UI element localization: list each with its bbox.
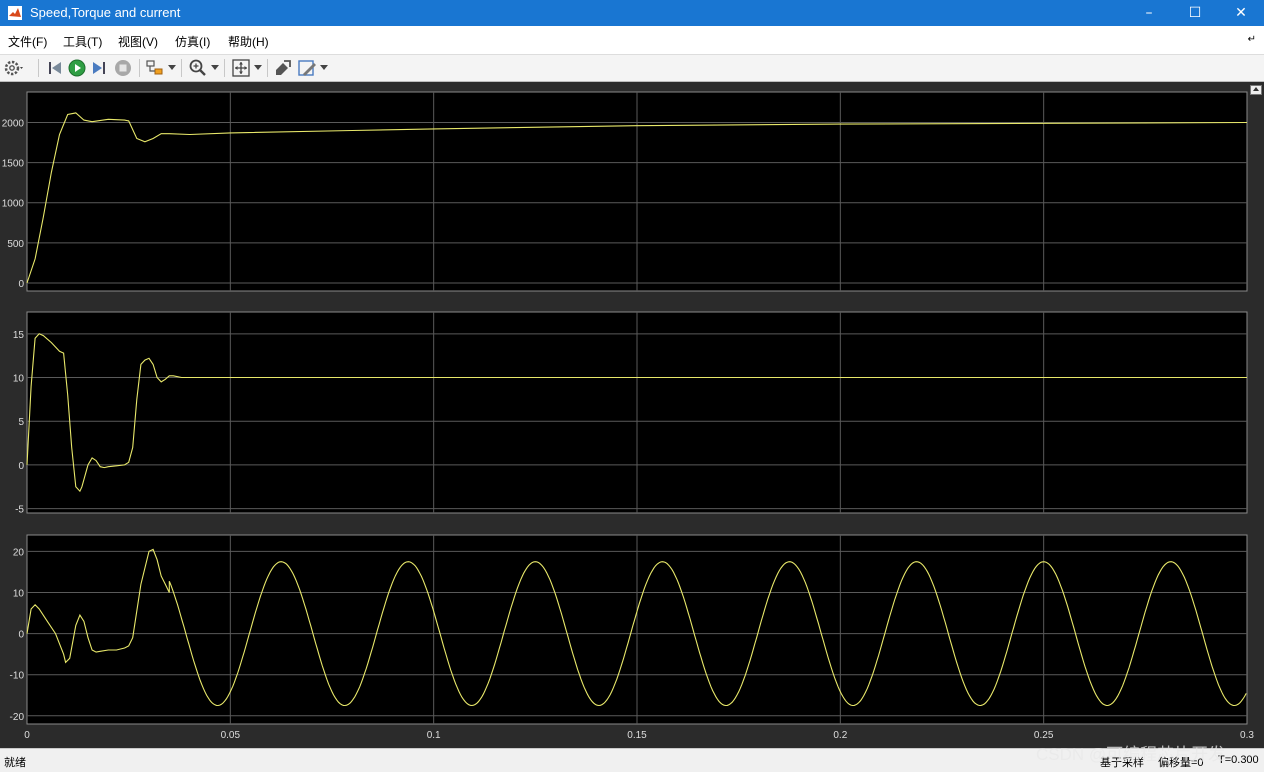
window-title: Speed,Torque and current [30,5,181,20]
fit-to-view-icon[interactable] [231,58,251,78]
y-tick-label: 500 [7,239,24,250]
status-text: 就绪 [4,757,26,769]
chevron-down-icon[interactable] [211,65,219,71]
toolbar-separator [38,59,39,77]
chevron-down-icon[interactable] [168,65,176,71]
minimize-icon: – [1145,5,1153,21]
toolbar-separator [181,59,182,77]
x-tick-label: 0.15 [627,730,647,741]
menu-file[interactable]: 文件(F) [8,33,47,50]
y-tick-label: 15 [13,330,25,341]
menu-help[interactable]: 帮助(H) [228,33,269,50]
y-tick-label: -20 [10,712,25,723]
close-button[interactable]: ✕ [1218,0,1264,26]
chevron-down-icon[interactable] [254,65,262,71]
scope-plot-area: 0 500 1000 1500 2000 -5 0 5 10 15 -20 -10 0 10 20 0 0.05… [0,82,1264,748]
collapse-menu-icon[interactable]: ↵ [1248,34,1256,45]
x-tick-label: 0.2 [833,730,847,741]
stop-icon[interactable] [113,58,133,78]
close-icon: ✕ [1235,5,1247,21]
toolbar-separator [267,59,268,77]
chevron-down-icon[interactable] [320,65,328,71]
watermark: CSDN @可编程芯片开发 [1036,745,1226,764]
y-tick-label: 20 [13,547,25,558]
menu-view[interactable]: 视图(V) [118,33,158,50]
signal-select-icon[interactable] [145,58,165,78]
step-back-icon[interactable] [45,58,65,78]
menu-simulation[interactable]: 仿真(I) [175,33,210,50]
style-icon[interactable] [297,58,317,78]
x-tick-label: 0.05 [221,730,241,741]
toolbar [0,55,1264,82]
matlab-logo-icon [8,6,22,20]
y-tick-label: 1500 [2,159,25,170]
x-tick-label: 0.1 [427,730,441,741]
maximize-button[interactable]: ☐ [1172,0,1218,26]
toolbar-separator [139,59,140,77]
zoom-icon[interactable] [188,58,208,78]
run-icon[interactable] [67,58,87,78]
y-tick-label: 2000 [2,118,25,129]
undock-icon[interactable] [1250,85,1262,95]
y-tick-label: -10 [10,671,25,682]
y-tick-label: 10 [13,374,25,385]
toolbar-separator [224,59,225,77]
y-tick-label: -5 [15,505,24,516]
x-tick-label: 0.3 [1240,730,1254,741]
y-tick-label: 0 [18,279,24,290]
y-tick-label: 0 [18,461,24,472]
menu-bar: 文件(F) 工具(T) 视图(V) 仿真(I) 帮助(H) ↵ [0,26,1264,55]
menu-tools[interactable]: 工具(T) [63,33,102,50]
highlight-block-icon[interactable] [273,58,293,78]
x-tick-label: 0 [24,730,30,741]
scope-canvas[interactable]: 0 500 1000 1500 2000 -5 0 5 10 15 -20 -10 0 10 20 0 0.05… [0,82,1264,748]
maximize-icon: ☐ [1188,5,1202,21]
y-tick-label: 1000 [2,199,25,210]
step-forward-icon[interactable] [89,58,109,78]
y-tick-label: 5 [18,417,24,428]
y-tick-label: 0 [18,630,24,641]
minimize-button[interactable]: – [1126,0,1172,26]
gear-icon[interactable] [3,58,23,78]
title-bar: Speed,Torque and current – ☐ ✕ [0,0,1264,26]
y-tick-label: 10 [13,589,25,600]
